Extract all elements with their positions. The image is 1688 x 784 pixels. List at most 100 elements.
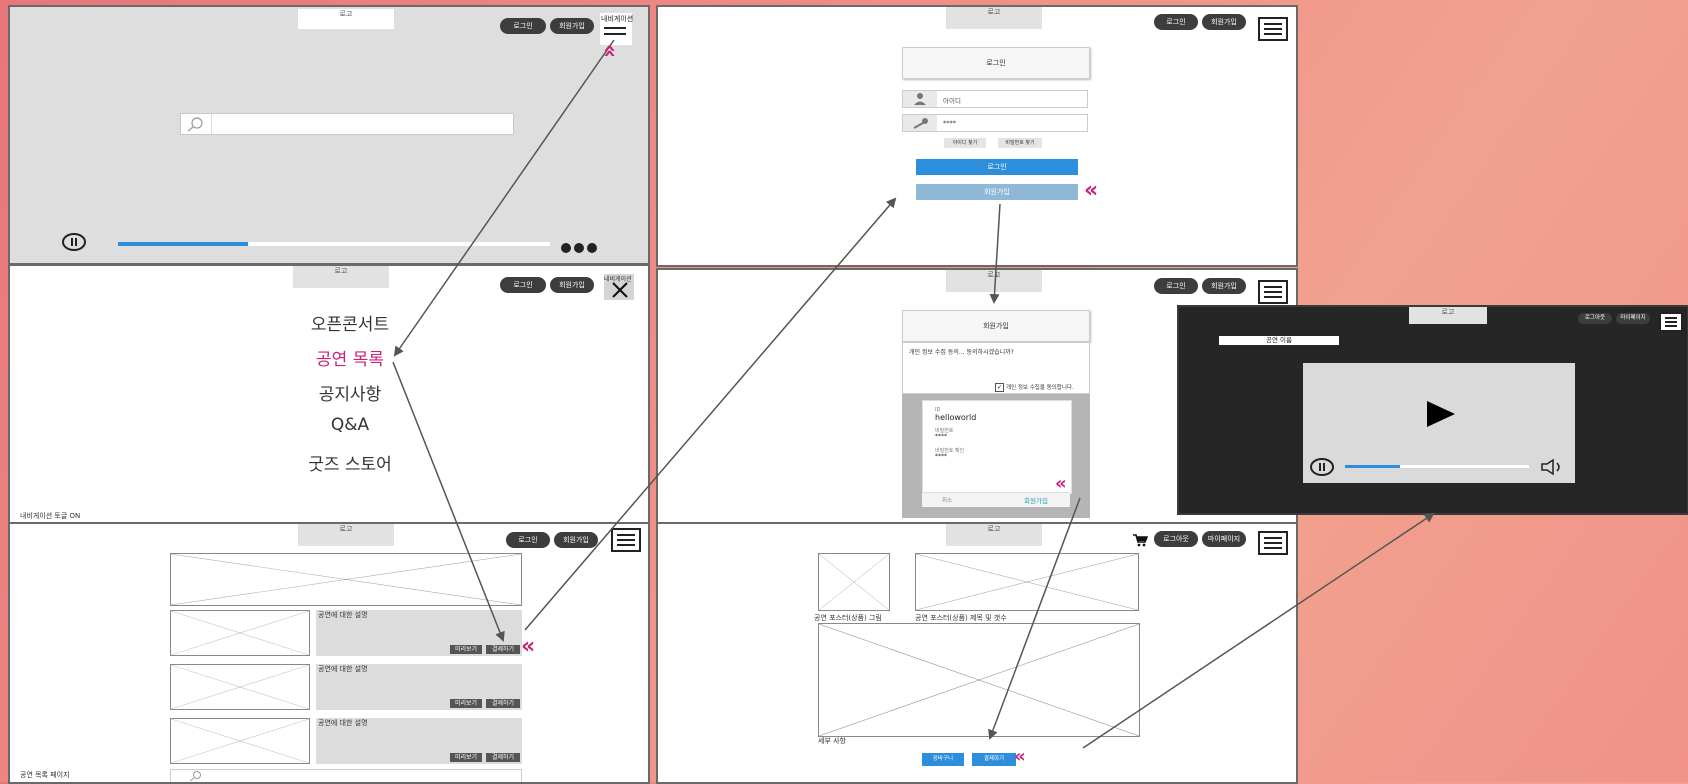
logout-button[interactable]: 로그아웃 (1154, 531, 1198, 547)
pay-button[interactable]: 결제하기 (486, 645, 520, 654)
progress-track[interactable] (118, 242, 550, 246)
screen-nav-menu: 로고 로그인 회원가입 내비게이션 오픈콘서트 공연 목록 공지사항 Q&A 굿… (8, 264, 650, 524)
screen-login: 로고 로그인 회원가입 로그인 아이디 **** 아이디 찾기 비밀번호 찾기 … (656, 5, 1298, 267)
search-icon (181, 114, 212, 134)
video-area[interactable] (1303, 363, 1575, 483)
modal-overlay: ID helloworld 비밀번호 **** 비밀번호 확인 **** 취소 … (902, 394, 1090, 518)
signup-button[interactable]: 회원가입 (554, 532, 598, 548)
hamburger-icon (604, 27, 626, 29)
login-button[interactable]: 로그인 (506, 532, 550, 548)
highlight-chevron-icon: « (1084, 178, 1099, 203)
hamburger-icon[interactable] (611, 528, 641, 552)
screen-home: 로고 로그인 회원가입 내비게이션 (8, 5, 650, 265)
pay-button[interactable]: 결제하기 (486, 753, 520, 762)
mypage-button[interactable]: 마이페이지 (1202, 531, 1246, 547)
menu-item-goods-store[interactable]: 굿즈 스토어 (210, 450, 490, 475)
menu-item-open-concert[interactable]: 오픈콘서트 (210, 310, 490, 335)
id-placeholder: 아이디 (943, 97, 961, 105)
search-bar[interactable] (180, 113, 514, 135)
login-button[interactable]: 로그인 (1154, 278, 1198, 294)
login-button[interactable]: 로그인 (1154, 14, 1198, 30)
logo: 로고 (946, 7, 1042, 29)
concert-title-bar: 공연 이름 (1219, 336, 1339, 345)
pay-button[interactable]: 결제하기 (486, 699, 520, 708)
login-submit-button[interactable]: 로그인 (916, 159, 1078, 175)
preview-button[interactable]: 미리보기 (450, 645, 482, 654)
cancel-button[interactable]: 취소 (942, 496, 952, 504)
login-button[interactable]: 로그인 (500, 18, 546, 34)
cart-icon[interactable] (1132, 532, 1149, 547)
menu-item-qna[interactable]: Q&A (210, 415, 490, 435)
agreement-box: 개인 정보 수집 동의... 동의하시겠습니까? ✓ 개인 정보 수집을 동의합… (902, 342, 1090, 394)
poster-placeholder (170, 718, 310, 764)
video-progress-fill (1345, 465, 1401, 468)
screen-concert-list: 로고 로그인 회원가입 공연에 대한 설명 미리보기 결제하기 공연에 대한 설… (8, 522, 650, 784)
poster-caption: 공연 포스터(상품) 그림 (814, 614, 882, 622)
nav-toggle[interactable]: 내비게이션 (600, 13, 633, 45)
password-value: **** (935, 433, 947, 440)
banner-placeholder (170, 553, 522, 606)
nav-toggle-caption: 내비게이션 토글 ON (20, 512, 81, 520)
preview-button[interactable]: 미리보기 (450, 699, 482, 708)
signup-button[interactable]: 회원가입 (1202, 14, 1246, 30)
signup-submit-button[interactable]: 회원가입 (1024, 495, 1048, 505)
hamburger-icon[interactable] (1659, 312, 1683, 332)
login-title: 로그인 (986, 59, 1006, 67)
title-caption: 공연 포스터(상품) 제목 및 갯수 (915, 614, 1007, 622)
mypage-button[interactable]: 마이페이지 (1616, 313, 1650, 324)
signup-button[interactable]: 회원가입 (550, 277, 594, 293)
hamburger-icon[interactable] (1258, 280, 1288, 304)
menu-item-concert-list[interactable]: 공연 목록 (210, 345, 490, 370)
nav-close-toggle[interactable]: 내비게이션 (604, 274, 634, 300)
agreement-check-label: 개인 정보 수집을 동의합니다. (1006, 385, 1074, 391)
screen-video-player: 로고 로그아웃 마이페이지 공연 이름 (1177, 305, 1688, 515)
poster-placeholder (818, 553, 890, 611)
play-icon[interactable] (1423, 399, 1457, 429)
find-password-button[interactable]: 비밀번호 찾기 (998, 138, 1042, 148)
pause-icon[interactable] (62, 233, 86, 251)
poster-placeholder (170, 610, 310, 656)
menu-item-notice[interactable]: 공지사항 (210, 380, 490, 405)
page-caption: 공연 목록 페이지 (20, 771, 70, 779)
find-id-button[interactable]: 아이디 찾기 (944, 138, 986, 148)
hamburger-icon[interactable] (1258, 531, 1288, 555)
video-progress-track[interactable] (1345, 465, 1529, 468)
login-card: 로그인 (902, 47, 1090, 79)
preview-button[interactable]: 미리보기 (450, 753, 482, 762)
concert-title: 공연 이름 (1266, 336, 1292, 344)
search-bar[interactable] (170, 769, 522, 782)
agreement-text: 개인 정보 수집 동의... 동의하시겠습니까? (909, 349, 1014, 356)
pause-icon[interactable] (1309, 458, 1335, 476)
signup-button[interactable]: 회원가입 (550, 18, 594, 34)
logo: 로고 (293, 266, 389, 288)
checkbox-icon[interactable]: ✓ (995, 383, 1004, 392)
logo: 로고 (946, 270, 1042, 292)
logout-button[interactable]: 로그아웃 (1578, 313, 1612, 324)
progress-fill (118, 242, 248, 246)
password-field[interactable]: **** (902, 114, 1088, 132)
signup-link-button[interactable]: 회원가입 (916, 184, 1078, 200)
signup-button[interactable]: 회원가입 (1202, 278, 1246, 294)
poster-placeholder (170, 664, 310, 710)
description-text: 공연에 대한 설명 (318, 719, 368, 727)
pay-button[interactable]: 결제하기 (972, 753, 1016, 766)
password-value: **** (943, 119, 956, 127)
highlight-chevron-icon: « (597, 43, 623, 59)
details-placeholder (818, 623, 1140, 737)
signup-card: 회원가입 (902, 310, 1090, 342)
search-icon (189, 771, 201, 782)
description-text: 공연에 대한 설명 (318, 611, 368, 619)
description-text: 공연에 대한 설명 (318, 665, 368, 673)
id-field[interactable]: 아이디 (902, 90, 1088, 108)
signup-title: 회원가입 (983, 322, 1009, 330)
more-icon[interactable] (560, 239, 600, 253)
volume-icon[interactable] (1539, 458, 1567, 476)
cart-button[interactable]: 장바구니 (922, 753, 964, 766)
user-icon (903, 91, 937, 107)
signup-form-actions: 취소 회원가입 (922, 492, 1070, 507)
hamburger-icon[interactable] (1258, 17, 1288, 41)
login-button[interactable]: 로그인 (500, 277, 546, 293)
logo: 로고 (1409, 307, 1487, 324)
screen-concert-detail: 로고 로그아웃 마이페이지 공연 포스터(상품) 그림 공연 포스터(상품) 제… (656, 522, 1298, 784)
logo: 로고 (298, 524, 394, 546)
